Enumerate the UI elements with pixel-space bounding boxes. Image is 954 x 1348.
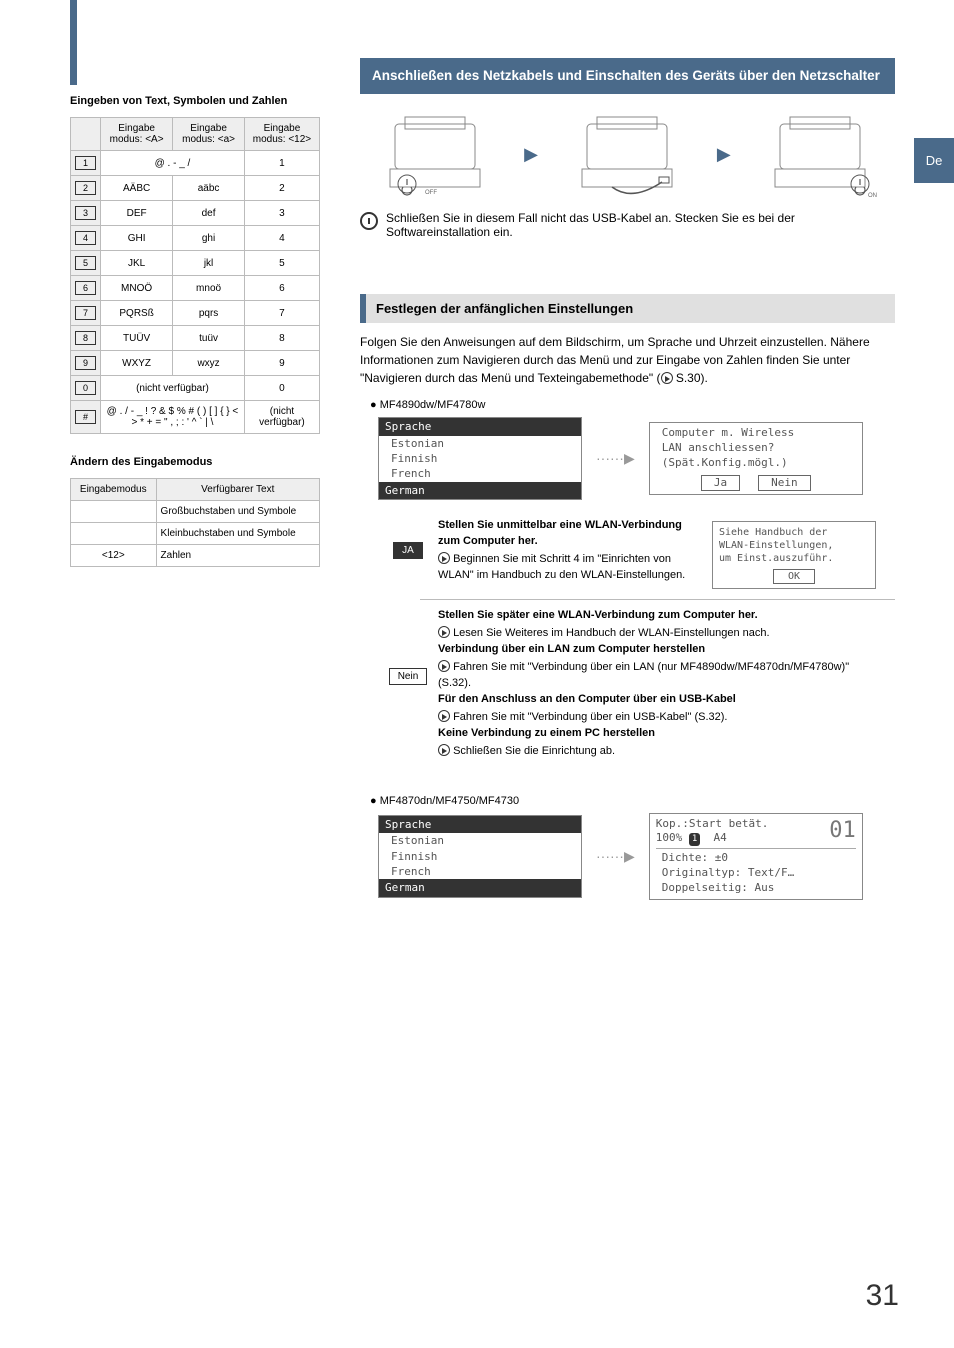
- lcd-wlan-prompt: Computer m. Wireless LAN anschliessen? (…: [649, 422, 863, 495]
- lcd-yes-button: Ja: [701, 475, 740, 492]
- arrow-icon: ▶: [524, 144, 538, 165]
- printer-illustration-row: OFF ▶ ▶ ON: [360, 109, 895, 199]
- printer-off-icon: OFF: [375, 109, 495, 199]
- lcd-ok-button: OK: [773, 569, 815, 584]
- lcd-copy-screen: Kop.:Start betät.01 100% 1 A4 Dichte: ±0…: [649, 813, 863, 900]
- ja-tag: JA: [393, 542, 423, 559]
- usb-note: Schließen Sie in diesem Fall nicht das U…: [386, 211, 895, 239]
- nein-tag: Nein: [389, 668, 428, 685]
- heading-input-mode: Ändern des Eingabemodus: [70, 456, 320, 468]
- svg-text:ON: ON: [868, 193, 877, 199]
- page-number: 31: [866, 1279, 899, 1313]
- lcd-wlan-manual: Siehe Handbuch der WLAN-Einstellungen, u…: [712, 521, 876, 589]
- model-label-1: ● MF4890dw/MF4780w: [370, 399, 895, 411]
- input-mode-table: Eingabemodus Verfügbarer Text Großbuchst…: [70, 478, 320, 567]
- reference-icon: [438, 710, 450, 722]
- reference-icon: [438, 626, 450, 638]
- printer-on-icon: ON: [760, 109, 880, 199]
- warning-icon: [360, 212, 378, 230]
- lcd-no-button: Nein: [758, 475, 811, 492]
- heading-text-entry: Eingeben von Text, Symbolen und Zahlen: [70, 95, 320, 107]
- lcd-language: Sprache Estonian Finnish French German: [378, 417, 582, 500]
- section-power: Anschließen des Netzkabels und Einschalt…: [360, 58, 895, 94]
- reference-icon: [438, 744, 450, 756]
- reference-icon: [438, 660, 450, 672]
- intro-paragraph: Folgen Sie den Anweisungen auf dem Bilds…: [360, 333, 895, 387]
- keypad-table: Eingabe modus: <A> Eingabe modus: <a> Ei…: [70, 117, 320, 434]
- printer-cable-icon: [567, 109, 687, 199]
- section-initial-settings: Festlegen der anfänglichen Einstellungen: [360, 294, 895, 323]
- arrow-icon: ▶: [717, 144, 731, 165]
- reference-icon: [661, 372, 673, 384]
- language-tab: De: [914, 138, 954, 183]
- lcd-language-2: Sprache Estonian Finnish French German: [378, 815, 582, 898]
- reference-icon: [438, 552, 450, 564]
- model-label-2: ● MF4870dn/MF4750/MF4730: [370, 795, 895, 807]
- svg-text:OFF: OFF: [425, 190, 437, 196]
